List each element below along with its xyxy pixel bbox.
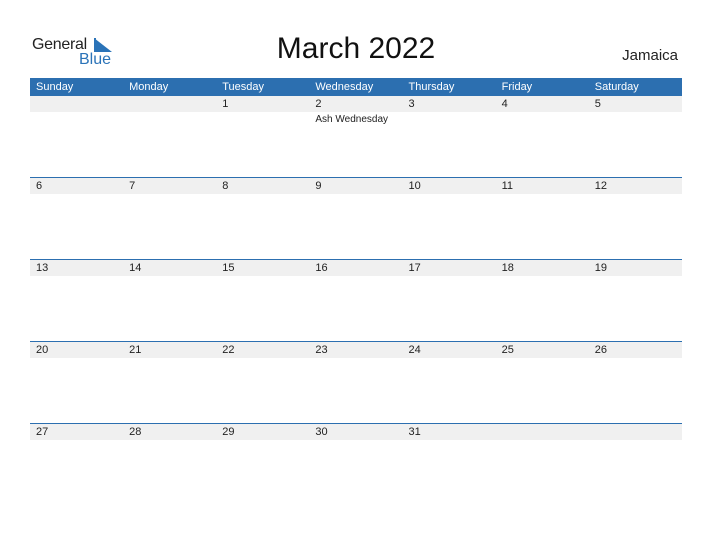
week-row: 6 7 8 9 10 11 12 (30, 177, 682, 259)
holiday-label (309, 440, 402, 442)
day-number: 1 (222, 98, 229, 110)
day-number: 15 (222, 262, 235, 274)
day-number: 14 (129, 262, 142, 274)
holiday-label (216, 112, 309, 125)
day-number: 21 (129, 344, 142, 356)
holiday-label (123, 358, 216, 360)
day-number: 22 (222, 344, 235, 356)
holiday-label (30, 112, 123, 125)
day-number: 8 (222, 180, 229, 192)
day-number: 4 (501, 98, 508, 110)
week-row: 1 2 3 4 5 Ash Wednesday (30, 96, 682, 177)
day-number: 31 (408, 426, 421, 438)
holiday-label (216, 276, 309, 278)
calendar-title: March 2022 (276, 32, 436, 65)
day-number: 29 (222, 426, 235, 438)
day-number (496, 424, 589, 440)
day-number: 25 (501, 344, 514, 356)
holiday-label (123, 112, 216, 125)
day-number: 19 (594, 262, 607, 274)
holiday-label (403, 194, 496, 196)
day-number-row: 1 2 3 4 5 (30, 96, 682, 112)
day-number-row: 13 14 15 16 17 18 19 (30, 260, 682, 276)
holiday-label (589, 112, 682, 125)
day-number: 12 (594, 180, 607, 192)
holiday-label (30, 440, 123, 442)
weekday-sunday: Sunday (36, 81, 74, 93)
day-number: 13 (36, 262, 49, 274)
country-label: Jamaica (622, 47, 678, 64)
holiday-label (496, 276, 589, 278)
day-number: 23 (315, 344, 328, 356)
holiday-label (30, 194, 123, 196)
event-row (30, 358, 682, 360)
day-number: 17 (408, 262, 421, 274)
holiday-label (403, 440, 496, 442)
day-number: 24 (408, 344, 421, 356)
event-row: Ash Wednesday (30, 112, 682, 125)
day-number: 5 (594, 98, 601, 110)
day-number: 26 (594, 344, 607, 356)
holiday-label (496, 112, 589, 125)
day-number: 27 (36, 426, 49, 438)
holiday-label (309, 276, 402, 278)
week-row: 20 21 22 23 24 25 26 (30, 341, 682, 423)
event-row (30, 194, 682, 196)
day-number: 7 (129, 180, 136, 192)
holiday-label (403, 112, 496, 125)
holiday-label (216, 358, 309, 360)
holiday-label (123, 276, 216, 278)
holiday-label (589, 440, 682, 442)
day-number: 10 (408, 180, 421, 192)
weekday-friday: Friday (501, 81, 533, 93)
day-number (30, 96, 123, 112)
day-number: 9 (315, 180, 322, 192)
weekday-wednesday: Wednesday (315, 81, 374, 93)
day-number: 11 (501, 180, 514, 192)
holiday-label (589, 194, 682, 196)
holiday-label (589, 358, 682, 360)
day-number (589, 424, 682, 440)
day-number: 16 (315, 262, 328, 274)
holiday-label (123, 440, 216, 442)
holiday-label (309, 358, 402, 360)
holiday-label: Ash Wednesday (315, 114, 389, 125)
holiday-label (30, 276, 123, 278)
holiday-label (589, 276, 682, 278)
weekday-thursday: Thursday (408, 81, 455, 93)
day-number-row: 27 28 29 30 31 (30, 424, 682, 440)
holiday-label (403, 276, 496, 278)
holiday-label (496, 440, 589, 442)
event-row (30, 276, 682, 278)
day-number: 6 (36, 180, 43, 192)
day-number-row: 6 7 8 9 10 11 12 (30, 178, 682, 194)
holiday-label (496, 358, 589, 360)
holiday-label (30, 358, 123, 360)
weekday-tuesday: Tuesday (222, 81, 265, 93)
holiday-label (496, 194, 589, 196)
day-number: 28 (129, 426, 142, 438)
calendar-grid: Sunday Monday Tuesday Wednesday Thursday… (30, 78, 682, 505)
weekday-monday: Monday (129, 81, 169, 93)
weekday-saturday: Saturday (594, 81, 639, 93)
holiday-label (403, 358, 496, 360)
day-number: 30 (315, 426, 328, 438)
holiday-label (309, 194, 402, 196)
day-number: 2 (315, 98, 322, 110)
weekday-header: Sunday Monday Tuesday Wednesday Thursday… (30, 78, 682, 96)
day-number: 18 (501, 262, 514, 274)
week-row: 27 28 29 30 31 (30, 423, 682, 505)
event-row (30, 440, 682, 442)
holiday-label (123, 194, 216, 196)
day-number (123, 96, 216, 112)
day-number: 20 (36, 344, 49, 356)
day-number: 3 (408, 98, 415, 110)
holiday-label (216, 194, 309, 196)
day-number-row: 20 21 22 23 24 25 26 (30, 342, 682, 358)
week-row: 13 14 15 16 17 18 19 (30, 259, 682, 341)
holiday-label (216, 440, 309, 442)
